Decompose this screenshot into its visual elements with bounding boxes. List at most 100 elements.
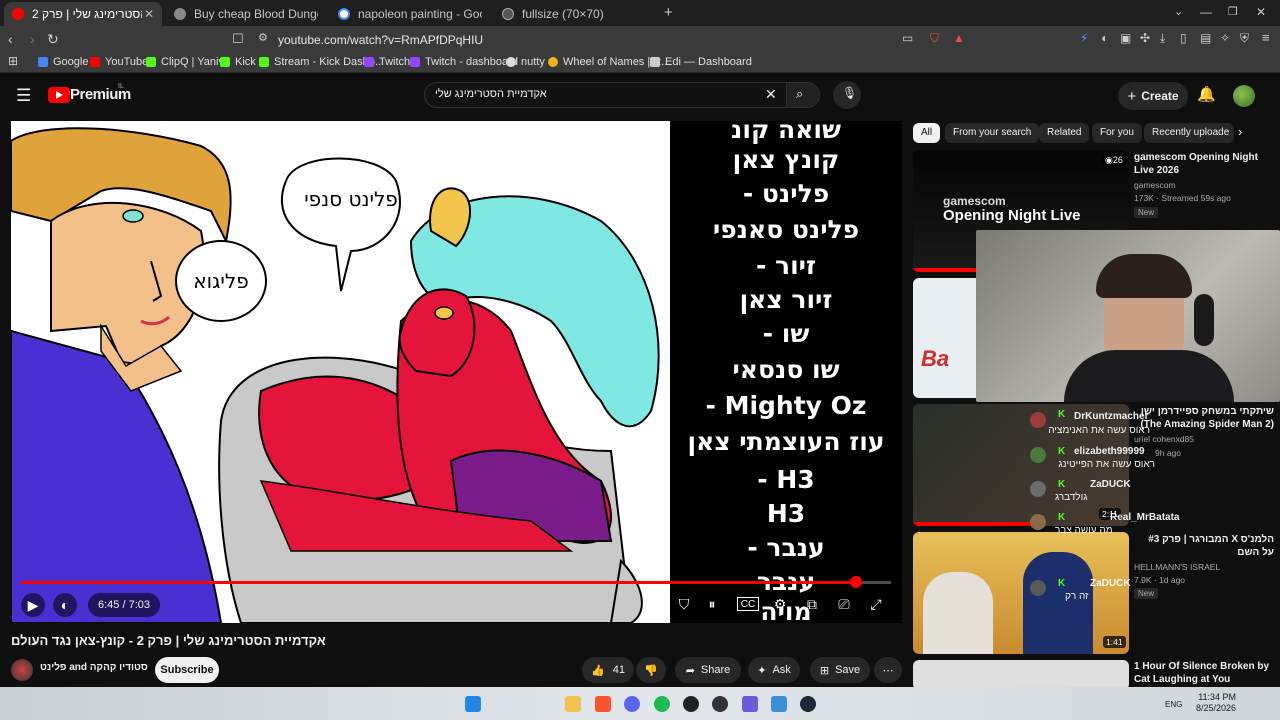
- save-button[interactable]: ⊞ Save: [810, 657, 870, 683]
- app-icon[interactable]: [683, 696, 699, 712]
- dislike-button[interactable]: 👎: [636, 657, 666, 683]
- voice-search-button[interactable]: 🎙: [833, 81, 861, 109]
- download-icon[interactable]: ⤓: [1160, 31, 1165, 46]
- menu-icon[interactable]: ≡: [1262, 30, 1270, 45]
- bookmark-nutty[interactable]: nutty: [506, 56, 545, 68]
- extension-icon[interactable]: ◖: [1100, 31, 1107, 45]
- bookmark-icon[interactable]: ☐: [232, 31, 244, 47]
- search-box[interactable]: אקדמיית הסטרימינג שלי ✕: [424, 82, 788, 108]
- cast-icon[interactable]: ▭: [902, 31, 913, 45]
- reco-channel[interactable]: gamescom: [1134, 179, 1176, 191]
- chevron-right-icon[interactable]: ›: [1238, 124, 1242, 139]
- discord-icon[interactable]: [624, 696, 640, 712]
- kick-badge-icon: K: [1058, 512, 1066, 523]
- bookmark-edi[interactable]: Edi — Dashboard: [650, 56, 752, 68]
- create-button[interactable]: + Create: [1118, 82, 1188, 110]
- apps-grid-icon[interactable]: ⊞: [8, 54, 18, 68]
- chip-all[interactable]: All: [913, 123, 941, 143]
- close-window-icon[interactable]: ✕: [1256, 5, 1266, 19]
- pause-toggle[interactable]: ⏸: [701, 593, 723, 615]
- hamburger-menu-icon[interactable]: ☰: [16, 86, 31, 106]
- fullscreen-button[interactable]: ⤢: [865, 593, 887, 615]
- reco-thumbnail[interactable]: 1:41: [913, 532, 1129, 654]
- ask-button[interactable]: ✦ Ask: [748, 657, 800, 683]
- youtube-logo-icon[interactable]: [48, 87, 70, 103]
- youtube-icon: [90, 57, 100, 67]
- extension-icon[interactable]: ▣: [1120, 31, 1131, 45]
- like-button[interactable]: 👍 41: [582, 657, 634, 683]
- obs-icon[interactable]: [712, 696, 728, 712]
- sidebar-icon[interactable]: ▯: [1180, 31, 1187, 45]
- steam-icon[interactable]: [800, 696, 816, 712]
- tab-search-icon[interactable]: ⌄: [1174, 5, 1183, 18]
- tab-youtube[interactable]: 2 אקדמיית הסטרימינג שלי | פרק ✕: [4, 2, 162, 26]
- close-tab-icon[interactable]: ✕: [144, 7, 154, 21]
- reload-icon[interactable]: ↻: [47, 31, 59, 48]
- minimize-icon[interactable]: —: [1200, 5, 1212, 19]
- captions-button[interactable]: CC: [737, 597, 759, 611]
- avatar[interactable]: [1233, 85, 1255, 107]
- reco-channel[interactable]: HELLMANN'S ISRAEL: [1134, 561, 1220, 573]
- file-explorer-icon[interactable]: [565, 696, 581, 712]
- watched-bar: [913, 522, 1033, 526]
- search-button[interactable]: ⌕: [786, 82, 820, 108]
- credit-line: שואה קונ: [731, 121, 841, 144]
- reco-title[interactable]: 1 Hour Of Silence Broken by Cat Laughing…: [1134, 660, 1274, 686]
- wallet-icon[interactable]: ▤: [1200, 31, 1211, 45]
- url-field[interactable]: youtube.com/watch?v=RmAPfDPqHIU: [250, 30, 970, 50]
- subscribe-button[interactable]: Subscribe: [155, 657, 219, 683]
- spotify-icon[interactable]: [654, 696, 670, 712]
- new-tab-button[interactable]: +: [664, 4, 673, 21]
- channel-name[interactable]: פלינט and סטודיו קהקה: [40, 662, 148, 673]
- reco-title[interactable]: שיתקתי במשחק ספיידרמן ישן (The Amazing S…: [1134, 405, 1274, 431]
- reco-title[interactable]: gamescom Opening Night Live 2026: [1134, 151, 1264, 177]
- credit-line: - Mighty Oz: [705, 391, 867, 420]
- video-progress-bar[interactable]: [21, 576, 891, 588]
- brave-browser-icon[interactable]: [595, 696, 611, 712]
- reco-thumbnail[interactable]: [913, 660, 1129, 690]
- reco-title[interactable]: הלמנ'ס X המבורגר | פרק #3 על השם: [1134, 533, 1274, 559]
- channel-avatar[interactable]: [11, 659, 33, 681]
- tab-blood-dungeon[interactable]: Buy cheap Blood Dungeon CD Key: [166, 2, 326, 26]
- bookmark-twitch-dashboard[interactable]: Twitch - dashboard: [410, 56, 518, 68]
- back-icon[interactable]: ‹: [8, 31, 13, 47]
- video-player[interactable]: פליגוא פלינט סנפי שואה קונ קונץ צאן - פלינ…: [11, 121, 902, 623]
- tab-fullsize[interactable]: fullsize (70×70): [494, 2, 654, 26]
- app-icon[interactable]: [771, 696, 787, 712]
- bookmark-kick[interactable]: Kick: [220, 56, 256, 68]
- search-input[interactable]: אקדמיית הסטרימינג שלי: [435, 88, 547, 100]
- bookmark-twitch[interactable]: Twitch: [364, 56, 410, 68]
- play-button[interactable]: ▶: [21, 593, 45, 617]
- reco-thumbnail[interactable]: Ba: [913, 278, 983, 398]
- bookmark-clipq[interactable]: ClipQ | Yanivu: [146, 56, 230, 68]
- vpn-icon[interactable]: ⛨: [1240, 31, 1249, 46]
- brave-rewards-icon[interactable]: ▲: [953, 31, 965, 45]
- chip-for-you[interactable]: For you: [1092, 123, 1142, 143]
- volume-button[interactable]: ◐: [53, 593, 77, 617]
- cast-button[interactable]: ⎚: [833, 593, 855, 615]
- language-indicator[interactable]: ENG: [1165, 700, 1182, 709]
- more-actions-button[interactable]: ⋯: [874, 657, 902, 683]
- miniplayer-button[interactable]: ⧉: [801, 593, 823, 615]
- chip-from-your-search[interactable]: From your search: [945, 123, 1040, 143]
- ai-icon[interactable]: ✧: [1220, 31, 1230, 45]
- chip-related[interactable]: Related: [1039, 123, 1090, 143]
- forward-icon[interactable]: ›: [30, 31, 35, 47]
- app-icon[interactable]: [742, 696, 758, 712]
- tab-google-search[interactable]: napoleon painting - Google Search: [330, 2, 490, 26]
- clear-search-icon[interactable]: ✕: [765, 86, 777, 103]
- windows-start-icon[interactable]: [465, 696, 481, 712]
- bookmark-google[interactable]: Google: [38, 56, 88, 68]
- settings-button[interactable]: ⚙: [769, 593, 791, 615]
- autoplay-toggle[interactable]: ⛉: [673, 593, 695, 615]
- site-info-icon[interactable]: ⚙: [258, 31, 268, 44]
- taskbar-clock[interactable]: 11:34 PM 8/25/2026: [1196, 692, 1236, 714]
- extensions-puzzle-icon[interactable]: ✣: [1140, 31, 1150, 45]
- maximize-icon[interactable]: ❐: [1228, 5, 1238, 18]
- bookmark-youtube[interactable]: YouTube: [90, 56, 148, 68]
- chip-recently-uploaded[interactable]: Recently uploade: [1144, 123, 1234, 143]
- share-button[interactable]: ➦ Share: [675, 657, 741, 683]
- notifications-bell-icon[interactable]: 🔔: [1197, 85, 1216, 103]
- extension-icon[interactable]: ⚡: [1080, 31, 1088, 45]
- brave-shield-icon[interactable]: ⛉: [930, 31, 939, 46]
